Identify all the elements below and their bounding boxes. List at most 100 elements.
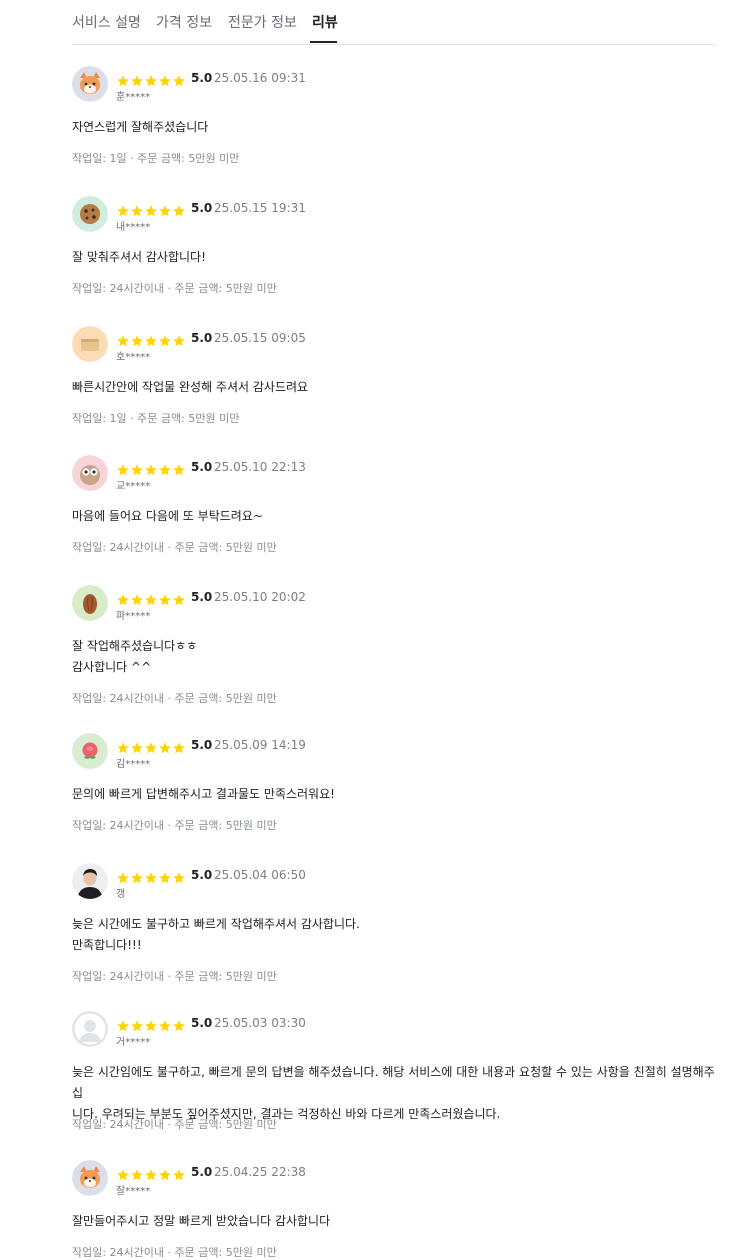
star-icon — [172, 741, 186, 755]
almond-avatar — [72, 585, 108, 621]
review-date: 25.05.10 20:02 — [214, 590, 306, 604]
review-meta: 작업일: 24시간이내 · 주문 금액: 5만원 미만 — [72, 282, 277, 295]
star-icon — [144, 74, 158, 88]
review-meta: 작업일: 1일 · 주문 금액: 5만원 미만 — [72, 152, 240, 165]
review-meta: 작업일: 24시간이내 · 주문 금액: 5만원 미만 — [72, 819, 277, 832]
tab-service-description[interactable]: 서비스 설명 — [72, 12, 141, 32]
review-content-line: 자연스럽게 잘해주셨습니다 — [72, 120, 209, 134]
rating-score: 5.0 — [191, 590, 213, 604]
fox-avatar — [72, 1160, 108, 1196]
star-icon — [144, 593, 158, 607]
review-content-line: 잘 맞춰주셔서 감사합니다! — [72, 250, 206, 264]
star-icon — [130, 74, 144, 88]
review-content-line: 잘만들어주시고 정말 빠르게 받았습니다 감사합니다 — [72, 1214, 331, 1228]
tab-price-info[interactable]: 가격 정보 — [156, 12, 212, 32]
review-date: 25.05.15 09:05 — [214, 331, 306, 345]
star-icon — [158, 334, 172, 348]
star-icon — [158, 871, 172, 885]
review-content: 마음에 들어요 다음에 또 부탁드려요~ — [72, 506, 716, 527]
review-content-line: 잘 작업해주셨습니다ㅎㅎ — [72, 639, 198, 653]
star-rating — [116, 870, 186, 884]
review-date: 25.05.15 19:31 — [214, 201, 306, 215]
reviewer-nickname: 파***** — [116, 611, 151, 622]
review-content: 잘 맞춰주셔서 감사합니다! — [72, 247, 716, 268]
review-meta: 작업일: 24시간이내 · 주문 금액: 5만원 미만 — [72, 541, 277, 554]
reviewer-nickname: 호***** — [116, 352, 151, 363]
reviewer-nickname: 갱 — [116, 889, 126, 900]
star-icon — [116, 593, 130, 607]
star-icon — [116, 74, 130, 88]
star-icon — [172, 334, 186, 348]
star-rating — [116, 462, 186, 476]
fox-avatar — [72, 66, 108, 102]
review-content: 문의에 빠르게 답변해주시고 결과물도 만족스러워요! — [72, 784, 716, 805]
star-icon — [130, 1019, 144, 1033]
star-icon — [130, 334, 144, 348]
review-content-line: 만족합니다!!! — [72, 938, 142, 952]
star-rating — [116, 333, 186, 347]
star-icon — [172, 204, 186, 218]
review-date: 25.05.04 06:50 — [214, 868, 306, 882]
star-icon — [158, 593, 172, 607]
review-meta: 작업일: 24시간이내 · 주문 금액: 5만원 미만 — [72, 1246, 277, 1259]
star-rating — [116, 740, 186, 754]
star-icon — [116, 741, 130, 755]
tab-reviews[interactable]: 리뷰 — [312, 12, 338, 32]
star-icon — [116, 1168, 130, 1182]
review-content-line: 마음에 들어요 다음에 또 부탁드려요~ — [72, 509, 263, 523]
star-rating — [116, 73, 186, 87]
star-rating — [116, 203, 186, 217]
star-icon — [158, 463, 172, 477]
star-icon — [116, 871, 130, 885]
star-icon — [130, 871, 144, 885]
review-date: 25.05.10 22:13 — [214, 460, 306, 474]
rating-score: 5.0 — [191, 738, 213, 752]
rating-score: 5.0 — [191, 1165, 213, 1179]
star-icon — [116, 463, 130, 477]
star-icon — [116, 1019, 130, 1033]
star-icon — [172, 74, 186, 88]
review-meta: 작업일: 24시간이내 · 주문 금액: 5만원 미만 — [72, 970, 277, 983]
review-content-line: 빠른시간안에 작업물 완성해 주셔서 감사드려요 — [72, 380, 309, 394]
review-meta: 작업일: 24시간이내 · 주문 금액: 5만원 미만 — [72, 692, 277, 705]
star-icon — [172, 463, 186, 477]
review-content: 자연스럽게 잘해주셨습니다 — [72, 117, 716, 138]
reviewer-nickname: 거***** — [116, 1037, 151, 1048]
star-icon — [130, 593, 144, 607]
tab-expert-info[interactable]: 전문가 정보 — [228, 12, 297, 32]
review-meta: 작업일: 24시간이내 · 주문 금액: 5만원 미만 — [72, 1118, 277, 1131]
star-icon — [172, 1019, 186, 1033]
star-icon — [144, 1168, 158, 1182]
rating-score: 5.0 — [191, 71, 213, 85]
review-content-line: 늦은 시간에도 불구하고 빠르게 작업해주셔서 감사합니다. — [72, 917, 360, 931]
star-icon — [144, 741, 158, 755]
star-icon — [130, 463, 144, 477]
star-rating — [116, 1167, 186, 1181]
review-content: 늦은 시간에도 불구하고 빠르게 작업해주셔서 감사합니다. 만족합니다!!! — [72, 914, 716, 956]
review-date: 25.05.03 03:30 — [214, 1016, 306, 1030]
owl-avatar — [72, 455, 108, 491]
review-content: 잘만들어주시고 정말 빠르게 받았습니다 감사합니다 — [72, 1211, 716, 1232]
star-icon — [144, 204, 158, 218]
review-date: 25.05.09 14:19 — [214, 738, 306, 752]
bread-avatar — [72, 326, 108, 362]
star-icon — [172, 593, 186, 607]
star-icon — [144, 871, 158, 885]
rating-score: 5.0 — [191, 201, 213, 215]
rating-score: 5.0 — [191, 1016, 213, 1030]
star-icon — [158, 741, 172, 755]
star-icon — [158, 1019, 172, 1033]
default-avatar — [72, 1011, 108, 1047]
star-icon — [116, 204, 130, 218]
review-meta: 작업일: 1일 · 주문 금액: 5만원 미만 — [72, 412, 240, 425]
tab-bar: 서비스 설명 가격 정보 전문가 정보 리뷰 — [72, 0, 716, 45]
star-icon — [130, 1168, 144, 1182]
star-icon — [158, 1168, 172, 1182]
star-icon — [158, 204, 172, 218]
star-icon — [144, 334, 158, 348]
rose-avatar — [72, 733, 108, 769]
star-icon — [130, 204, 144, 218]
star-rating — [116, 592, 186, 606]
star-icon — [130, 741, 144, 755]
star-icon — [172, 871, 186, 885]
